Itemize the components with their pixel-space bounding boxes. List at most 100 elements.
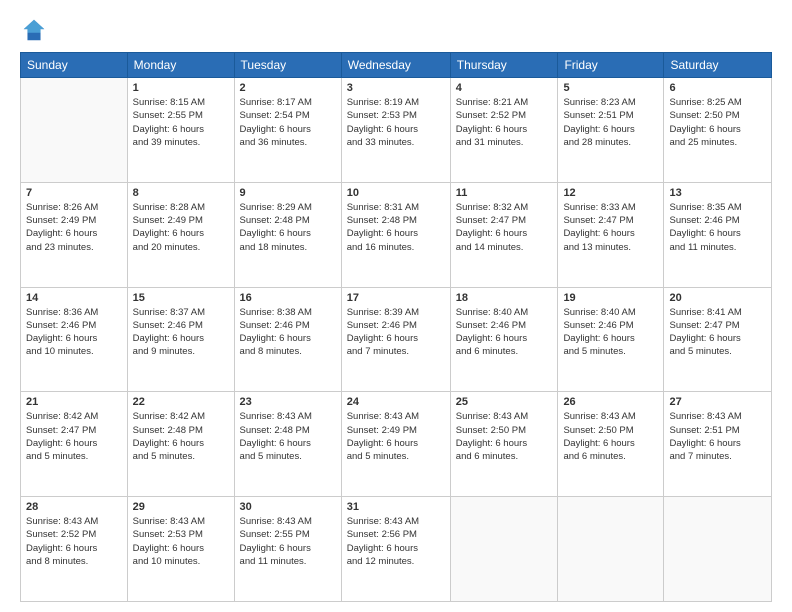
calendar-cell: 16Sunrise: 8:38 AM Sunset: 2:46 PM Dayli… — [234, 287, 341, 392]
day-number: 31 — [347, 501, 445, 513]
calendar-week-5: 28 Sunrise: 8:43 AM Sunset: 2:52 PM Dayli… — [21, 497, 772, 602]
calendar-cell: 12 Sunrise: 8:33 AM Sunset: 2:47 PM Dayli… — [558, 182, 664, 287]
day-info: Sunrise: 8:43 AM Sunset: 2:53 PM Dayligh… — [133, 515, 229, 568]
day-info: Sunrise: 8:40 AM Sunset: 2:46 PM Dayligh… — [456, 306, 553, 359]
logo — [20, 16, 52, 44]
day-number: 22 — [133, 396, 229, 408]
day-info: Sunrise: 8:43 AM Sunset: 2:52 PM Dayligh… — [26, 515, 122, 568]
calendar-cell: 1 Sunrise: 8:15 AM Sunset: 2:55 PM Daylig… — [127, 78, 234, 183]
day-number: 10 — [347, 187, 445, 199]
calendar-cell: 17 Sunrise: 8:39 AM Sunset: 2:46 PM Dayli… — [341, 287, 450, 392]
calendar-cell: 29 Sunrise: 8:43 AM Sunset: 2:53 PM Dayli… — [127, 497, 234, 602]
day-info: Sunrise: 8:19 AM Sunset: 2:53 PM Dayligh… — [347, 96, 445, 149]
day-info: Sunrise: 8:41 AM Sunset: 2:47 PM Dayligh… — [669, 306, 766, 359]
calendar-cell: 23 Sunrise: 8:43 AM Sunset: 2:48 PM Dayli… — [234, 392, 341, 497]
calendar-cell: 22 Sunrise: 8:42 AM Sunset: 2:48 PM Dayli… — [127, 392, 234, 497]
day-number: 27 — [669, 396, 766, 408]
calendar-cell: 19Sunrise: 8:40 AM Sunset: 2:46 PM Dayli… — [558, 287, 664, 392]
calendar-cell: 4Sunrise: 8:21 AM Sunset: 2:52 PM Daylig… — [450, 78, 558, 183]
calendar-cell: 25 Sunrise: 8:43 AM Sunset: 2:50 PM Dayli… — [450, 392, 558, 497]
calendar-cell: 8 Sunrise: 8:28 AM Sunset: 2:49 PM Daylig… — [127, 182, 234, 287]
day-info: Sunrise: 8:33 AM Sunset: 2:47 PM Dayligh… — [563, 201, 658, 254]
day-number: 21 — [26, 396, 122, 408]
day-number: 8 — [133, 187, 229, 199]
day-info: Sunrise: 8:43 AM Sunset: 2:51 PM Dayligh… — [669, 410, 766, 463]
calendar-cell: 13Sunrise: 8:35 AM Sunset: 2:46 PM Dayli… — [664, 182, 772, 287]
day-info: Sunrise: 8:42 AM Sunset: 2:48 PM Dayligh… — [133, 410, 229, 463]
calendar-header-tuesday: Tuesday — [234, 53, 341, 78]
day-number: 19 — [563, 292, 658, 304]
day-info: Sunrise: 8:15 AM Sunset: 2:55 PM Dayligh… — [133, 96, 229, 149]
calendar-week-3: 14Sunrise: 8:36 AM Sunset: 2:46 PM Dayli… — [21, 287, 772, 392]
day-number: 4 — [456, 82, 553, 94]
day-info: Sunrise: 8:29 AM Sunset: 2:48 PM Dayligh… — [240, 201, 336, 254]
calendar-cell: 27 Sunrise: 8:43 AM Sunset: 2:51 PM Dayli… — [664, 392, 772, 497]
calendar-cell: 20 Sunrise: 8:41 AM Sunset: 2:47 PM Dayli… — [664, 287, 772, 392]
day-info: Sunrise: 8:43 AM Sunset: 2:55 PM Dayligh… — [240, 515, 336, 568]
day-info: Sunrise: 8:43 AM Sunset: 2:48 PM Dayligh… — [240, 410, 336, 463]
day-info: Sunrise: 8:26 AM Sunset: 2:49 PM Dayligh… — [26, 201, 122, 254]
calendar-cell — [664, 497, 772, 602]
day-info: Sunrise: 8:28 AM Sunset: 2:49 PM Dayligh… — [133, 201, 229, 254]
calendar-week-2: 7 Sunrise: 8:26 AM Sunset: 2:49 PM Daylig… — [21, 182, 772, 287]
calendar-header-thursday: Thursday — [450, 53, 558, 78]
calendar-cell: 21 Sunrise: 8:42 AM Sunset: 2:47 PM Dayli… — [21, 392, 128, 497]
day-number: 6 — [669, 82, 766, 94]
day-number: 25 — [456, 396, 553, 408]
calendar-header-friday: Friday — [558, 53, 664, 78]
calendar-cell: 6 Sunrise: 8:25 AM Sunset: 2:50 PM Daylig… — [664, 78, 772, 183]
day-info: Sunrise: 8:17 AM Sunset: 2:54 PM Dayligh… — [240, 96, 336, 149]
day-info: Sunrise: 8:43 AM Sunset: 2:50 PM Dayligh… — [563, 410, 658, 463]
day-number: 15 — [133, 292, 229, 304]
day-info: Sunrise: 8:35 AM Sunset: 2:46 PM Dayligh… — [669, 201, 766, 254]
calendar-cell: 30Sunrise: 8:43 AM Sunset: 2:55 PM Dayli… — [234, 497, 341, 602]
calendar-cell: 9 Sunrise: 8:29 AM Sunset: 2:48 PM Daylig… — [234, 182, 341, 287]
calendar-cell: 3 Sunrise: 8:19 AM Sunset: 2:53 PM Daylig… — [341, 78, 450, 183]
day-number: 1 — [133, 82, 229, 94]
calendar-cell: 5 Sunrise: 8:23 AM Sunset: 2:51 PM Daylig… — [558, 78, 664, 183]
day-number: 24 — [347, 396, 445, 408]
calendar-cell — [21, 78, 128, 183]
day-number: 26 — [563, 396, 658, 408]
day-number: 7 — [26, 187, 122, 199]
calendar-cell: 28 Sunrise: 8:43 AM Sunset: 2:52 PM Dayli… — [21, 497, 128, 602]
calendar-cell — [450, 497, 558, 602]
calendar-cell: 31 Sunrise: 8:43 AM Sunset: 2:56 PM Dayli… — [341, 497, 450, 602]
day-number: 9 — [240, 187, 336, 199]
day-number: 20 — [669, 292, 766, 304]
day-info: Sunrise: 8:25 AM Sunset: 2:50 PM Dayligh… — [669, 96, 766, 149]
day-info: Sunrise: 8:39 AM Sunset: 2:46 PM Dayligh… — [347, 306, 445, 359]
calendar-cell — [558, 497, 664, 602]
day-info: Sunrise: 8:43 AM Sunset: 2:50 PM Dayligh… — [456, 410, 553, 463]
calendar-cell: 11Sunrise: 8:32 AM Sunset: 2:47 PM Dayli… — [450, 182, 558, 287]
day-number: 16 — [240, 292, 336, 304]
day-info: Sunrise: 8:31 AM Sunset: 2:48 PM Dayligh… — [347, 201, 445, 254]
header — [20, 16, 772, 44]
day-info: Sunrise: 8:37 AM Sunset: 2:46 PM Dayligh… — [133, 306, 229, 359]
calendar-week-1: 1 Sunrise: 8:15 AM Sunset: 2:55 PM Daylig… — [21, 78, 772, 183]
day-info: Sunrise: 8:23 AM Sunset: 2:51 PM Dayligh… — [563, 96, 658, 149]
day-info: Sunrise: 8:42 AM Sunset: 2:47 PM Dayligh… — [26, 410, 122, 463]
calendar-cell: 14Sunrise: 8:36 AM Sunset: 2:46 PM Dayli… — [21, 287, 128, 392]
day-number: 5 — [563, 82, 658, 94]
day-info: Sunrise: 8:32 AM Sunset: 2:47 PM Dayligh… — [456, 201, 553, 254]
page: SundayMondayTuesdayWednesdayThursdayFrid… — [0, 0, 792, 612]
calendar-header-wednesday: Wednesday — [341, 53, 450, 78]
day-number: 18 — [456, 292, 553, 304]
day-info: Sunrise: 8:43 AM Sunset: 2:56 PM Dayligh… — [347, 515, 445, 568]
calendar-cell: 2Sunrise: 8:17 AM Sunset: 2:54 PM Daylig… — [234, 78, 341, 183]
calendar-header-row: SundayMondayTuesdayWednesdayThursdayFrid… — [21, 53, 772, 78]
day-number: 29 — [133, 501, 229, 513]
day-number: 14 — [26, 292, 122, 304]
calendar-cell: 15 Sunrise: 8:37 AM Sunset: 2:46 PM Dayli… — [127, 287, 234, 392]
day-number: 23 — [240, 396, 336, 408]
day-number: 3 — [347, 82, 445, 94]
calendar-header-sunday: Sunday — [21, 53, 128, 78]
day-number: 12 — [563, 187, 658, 199]
day-info: Sunrise: 8:43 AM Sunset: 2:49 PM Dayligh… — [347, 410, 445, 463]
day-number: 17 — [347, 292, 445, 304]
calendar-cell: 7 Sunrise: 8:26 AM Sunset: 2:49 PM Daylig… — [21, 182, 128, 287]
day-number: 28 — [26, 501, 122, 513]
calendar-header-saturday: Saturday — [664, 53, 772, 78]
calendar: SundayMondayTuesdayWednesdayThursdayFrid… — [20, 52, 772, 602]
